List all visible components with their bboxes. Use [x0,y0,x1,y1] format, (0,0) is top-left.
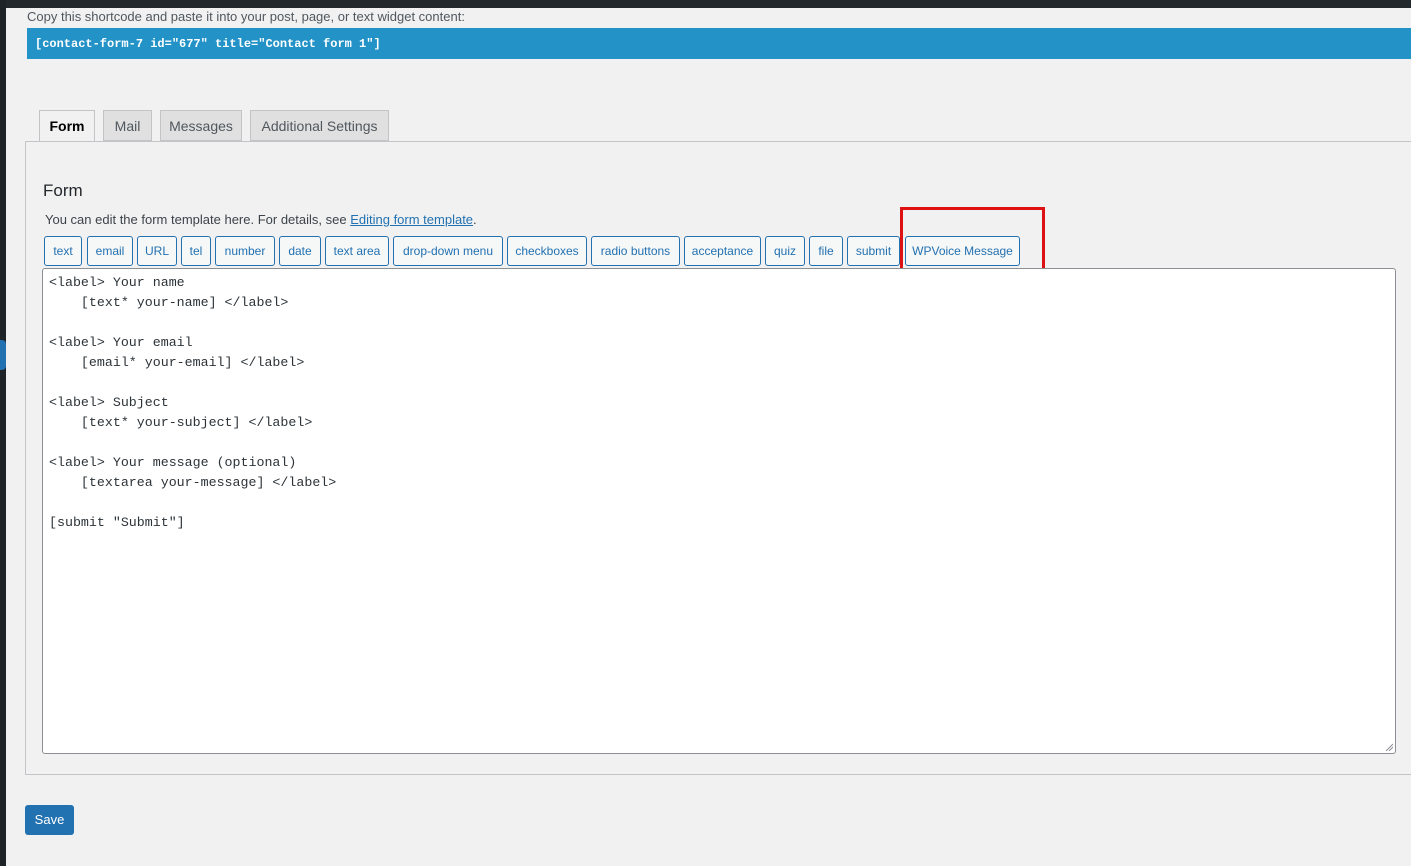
tag-button-drop-down-menu[interactable]: drop-down menu [393,236,503,266]
tag-button-submit[interactable]: submit [847,236,900,266]
tag-button-email[interactable]: email [87,236,133,266]
shortcode-field[interactable]: [contact-form-7 id="677" title="Contact … [27,28,1411,59]
code-line: <label> Subject [49,395,169,410]
tab-form[interactable]: Form [39,110,95,142]
tag-button-number[interactable]: number [215,236,275,266]
form-panel: Form You can edit the form template here… [25,141,1411,775]
code-line: <label> Your name [49,275,185,290]
panel-description: You can edit the form template here. For… [45,212,477,227]
tag-button-radio-buttons[interactable]: radio buttons [591,236,680,266]
admin-top-bar [0,0,1411,8]
shortcode-hint: Copy this shortcode and paste it into yo… [27,9,465,24]
code-line: [submit "Submit"] [49,515,185,530]
tab-mail[interactable]: Mail [103,110,152,141]
tab-messages[interactable]: Messages [160,110,242,141]
tag-button-quiz[interactable]: quiz [765,236,805,266]
description-text: You can edit the form template here. For… [45,212,351,227]
tag-button-checkboxes[interactable]: checkboxes [507,236,587,266]
tag-button-url[interactable]: URL [137,236,177,266]
tag-button-file[interactable]: file [809,236,843,266]
code-line: <label> Your message (optional) [49,455,297,470]
description-end: . [473,212,477,227]
form-template-editor[interactable]: <label> Your name [text* your-name] </la… [42,268,1396,754]
admin-sidebar-edge [0,0,6,866]
tag-button-acceptance[interactable]: acceptance [684,236,761,266]
code-line: <label> Your email [49,335,193,350]
code-line: [textarea your-message] </label> [49,475,337,490]
save-button[interactable]: Save [25,805,74,835]
tag-button-text[interactable]: text [44,236,82,266]
tag-button-text-area[interactable]: text area [325,236,389,266]
tab-additional-settings[interactable]: Additional Settings [250,110,389,141]
tag-button-date[interactable]: date [279,236,321,266]
code-line: [email* your-email] </label> [49,355,305,370]
resize-handle-icon[interactable] [1385,743,1393,751]
code-line: [text* your-name] </label> [49,295,289,310]
panel-title: Form [43,181,83,200]
tag-button-tel[interactable]: tel [181,236,211,266]
editing-form-template-link[interactable]: Editing form template [350,212,473,227]
sidebar-collapse-indicator [0,340,6,370]
code-line: [text* your-subject] </label> [49,415,313,430]
